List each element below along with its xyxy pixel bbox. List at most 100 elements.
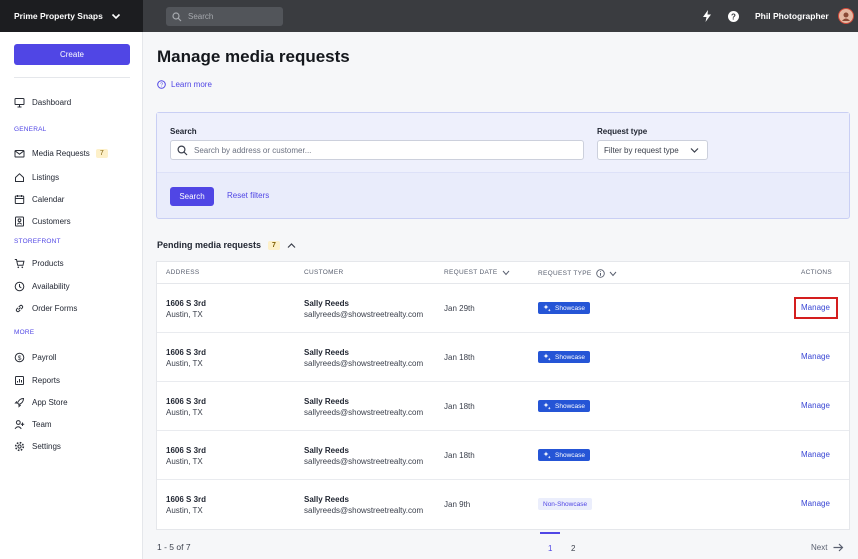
- search-icon: [172, 11, 182, 21]
- section-general: GENERAL: [14, 126, 47, 133]
- chevron-up-icon: [287, 242, 296, 248]
- gear-icon: [14, 441, 25, 451]
- filter-panel: Search Search by address or customer... …: [156, 112, 850, 219]
- request-type-value: Filter by request type: [604, 145, 679, 155]
- sidebar-item-calendar[interactable]: Calendar: [14, 192, 64, 206]
- manage-link[interactable]: Manage: [801, 303, 830, 312]
- sidebar-item-order-forms[interactable]: Order Forms: [14, 301, 77, 315]
- sidebar-item-label: Order Forms: [32, 303, 78, 313]
- sidebar-item-settings[interactable]: Settings: [14, 439, 61, 453]
- customer-cell: Sally Reeds sallyreeds@showstreetrealty.c…: [304, 445, 423, 467]
- search-button[interactable]: Search: [170, 187, 214, 206]
- search-input[interactable]: Search by address or customer...: [170, 140, 584, 160]
- page-2-button[interactable]: 2: [571, 544, 575, 553]
- sidebar-item-reports[interactable]: Reports: [14, 373, 60, 387]
- reset-filters-link[interactable]: Reset filters: [227, 191, 269, 200]
- sidebar-item-dashboard[interactable]: Dashboard: [14, 95, 71, 109]
- table-header: ADDRESS CUSTOMER REQUEST DATE REQUEST TY…: [157, 262, 849, 284]
- request-date: Jan 18th: [444, 353, 475, 362]
- requests-table: ADDRESS CUSTOMER REQUEST DATE REQUEST TY…: [156, 261, 850, 530]
- sidebar: Create Dashboard GENERAL Media Requests …: [0, 32, 143, 559]
- report-icon: [15, 375, 24, 385]
- sidebar-item-app-store[interactable]: App Store: [14, 395, 68, 409]
- table-row: 1606 S 3rd Austin, TX Sally Reeds sallyree…: [157, 431, 849, 480]
- help-icon[interactable]: ?: [726, 9, 740, 23]
- customer-name: Sally Reeds: [304, 348, 349, 357]
- media-requests-count-badge: 7: [95, 148, 108, 158]
- request-date: Jan 29th: [444, 304, 475, 313]
- customer-email: sallyreeds@showstreetrealty.com: [304, 506, 424, 515]
- table-row: 1606 S 3rd Austin, TX Sally Reeds sallyree…: [157, 284, 849, 333]
- customer-name: Sally Reeds: [304, 397, 349, 406]
- chevron-down-icon: [690, 148, 699, 153]
- sidebar-item-label: Calendar: [32, 194, 65, 204]
- pending-count-badge: 7: [268, 240, 280, 250]
- customer-cell: Sally Reeds sallyreeds@showstreetrealty.c…: [304, 298, 423, 320]
- sidebar-item-media-requests[interactable]: Media Requests 7: [14, 146, 108, 160]
- sidebar-item-label: Team: [32, 419, 52, 429]
- next-label: Next: [811, 543, 828, 552]
- sidebar-item-label: Listings: [32, 172, 60, 182]
- col-request-type[interactable]: REQUEST TYPE: [538, 269, 617, 278]
- sidebar-item-payroll[interactable]: $ Payroll: [14, 350, 56, 364]
- col-request-date-label: REQUEST DATE: [444, 269, 498, 276]
- col-request-type-label: REQUEST TYPE: [538, 270, 592, 277]
- customer-name: Sally Reeds: [304, 299, 349, 308]
- address-street: 1606 S 3rd: [166, 397, 207, 406]
- customer-cell: Sally Reeds sallyreeds@showstreetrealty.c…: [304, 494, 423, 516]
- org-switcher[interactable]: Prime Property Snaps: [0, 0, 143, 32]
- chevron-down-icon: [111, 13, 121, 20]
- calendar-icon: [14, 194, 25, 204]
- cart-icon: [14, 258, 25, 268]
- page-1-button[interactable]: 1: [548, 544, 552, 553]
- bolt-icon[interactable]: [700, 9, 714, 23]
- sidebar-item-listings[interactable]: Listings: [14, 170, 59, 184]
- next-page-button[interactable]: Next: [811, 543, 844, 552]
- create-button[interactable]: Create: [14, 44, 130, 65]
- request-type-label: Showcase: [555, 451, 585, 459]
- sidebar-item-label: Dashboard: [32, 97, 72, 107]
- brand-name: Prime Property Snaps: [14, 11, 103, 21]
- chevron-down-icon: [609, 271, 616, 276]
- sidebar-item-label: Customers: [32, 216, 71, 226]
- learn-more-link[interactable]: ? Learn more: [157, 80, 212, 89]
- address-street: 1606 S 3rd: [166, 299, 207, 308]
- search-label: Search: [170, 127, 197, 136]
- manage-link[interactable]: Manage: [801, 450, 830, 459]
- customer-name: Sally Reeds: [304, 446, 349, 455]
- manage-link[interactable]: Manage: [801, 401, 830, 410]
- search-placeholder: Search by address or customer...: [194, 145, 312, 155]
- active-page-indicator: [540, 532, 560, 534]
- table-row: 1606 S 3rd Austin, TX Sally Reeds sallyree…: [157, 480, 849, 529]
- request-type-select[interactable]: Filter by request type: [597, 140, 708, 160]
- sparkle-icon: [543, 402, 551, 410]
- sidebar-item-products[interactable]: Products: [14, 256, 64, 270]
- sidebar-item-availability[interactable]: Availability: [14, 279, 70, 293]
- manage-link[interactable]: Manage: [801, 499, 830, 508]
- section-more: MORE: [14, 329, 35, 336]
- request-date: Jan 18th: [444, 402, 475, 411]
- address-city: Austin, TX: [166, 310, 203, 319]
- address-street: 1606 S 3rd: [166, 348, 207, 357]
- svg-text:$: $: [18, 354, 22, 361]
- address-city: Austin, TX: [166, 506, 203, 515]
- sidebar-item-customers[interactable]: Customers: [14, 214, 71, 228]
- request-type-badge: Showcase: [538, 351, 590, 363]
- col-request-date[interactable]: REQUEST DATE: [444, 269, 510, 276]
- user-name[interactable]: Phil Photographer: [755, 11, 829, 21]
- col-address: ADDRESS: [166, 269, 200, 276]
- clock-icon: [14, 281, 25, 291]
- sidebar-item-label: App Store: [32, 397, 68, 407]
- address-cell: 1606 S 3rd Austin, TX: [166, 298, 206, 320]
- sparkle-icon: [543, 451, 551, 459]
- search-icon: [177, 144, 188, 155]
- pending-section-header[interactable]: Pending media requests 7: [157, 240, 296, 250]
- table-row: 1606 S 3rd Austin, TX Sally Reeds sallyree…: [157, 333, 849, 382]
- manage-link[interactable]: Manage: [801, 352, 830, 361]
- global-search-input[interactable]: Search: [166, 7, 283, 26]
- sidebar-item-team[interactable]: Team: [14, 417, 52, 431]
- help-circle-icon: ?: [157, 80, 166, 89]
- section-storefront: STOREFRONT: [14, 238, 61, 245]
- sparkle-icon: [543, 353, 551, 361]
- avatar[interactable]: [838, 8, 854, 24]
